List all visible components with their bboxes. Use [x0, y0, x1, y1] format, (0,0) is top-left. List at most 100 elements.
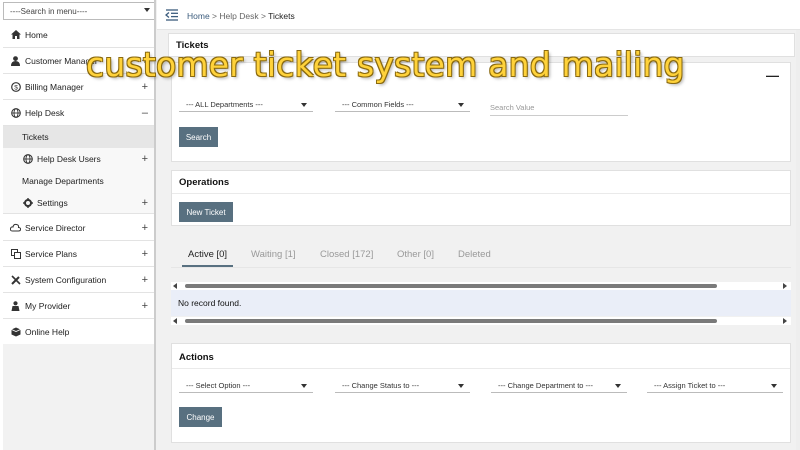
scroll-right-arrow-icon[interactable] — [783, 283, 787, 289]
sidebar-item-label: Service Plans — [25, 248, 77, 259]
tickets-list-area: Active [0] Waiting [1] Closed [172] Othe… — [171, 238, 791, 328]
globe-icon — [22, 154, 33, 165]
change-department-select[interactable]: --- Change Department to --- — [491, 377, 627, 393]
tab-active[interactable]: Active [0] — [188, 249, 227, 260]
tab-waiting[interactable]: Waiting [1] — [251, 249, 296, 260]
breadcrumb-current: Tickets — [268, 11, 295, 21]
overlay-caption: customer ticket system and mailing — [86, 45, 685, 84]
collapse-minus-icon[interactable]: — — [766, 68, 779, 83]
actions-title: Actions — [179, 352, 214, 363]
svg-text:$: $ — [14, 84, 18, 91]
field-select[interactable]: --- Common Fields --- — [335, 96, 470, 112]
sidebar-empty-area — [3, 344, 156, 450]
sidebar-item-service-plans[interactable]: Service Plans + — [3, 241, 156, 267]
home-icon — [10, 29, 21, 40]
sidebar-item-label: Billing Manager — [25, 81, 84, 92]
sidebar-item-label: Settings — [37, 197, 68, 208]
menu-search-select[interactable]: ----Search in menu---- — [3, 2, 156, 20]
sidebar-item-label: Manage Departments — [22, 176, 104, 186]
caret-down-icon — [615, 384, 621, 388]
divider — [172, 368, 790, 369]
sidebar-item-help-desk[interactable]: Help Desk – — [3, 100, 156, 126]
sidebar-item-label: My Provider — [25, 300, 71, 311]
search-value-input[interactable] — [490, 100, 628, 116]
change-status-select[interactable]: --- Change Status to --- — [335, 377, 470, 393]
search-button[interactable]: Search — [179, 127, 218, 147]
empty-table-message: No record found. — [171, 290, 791, 316]
sidebar-item-label: Help Desk Users — [37, 154, 101, 164]
tab-deleted[interactable]: Deleted — [458, 249, 491, 260]
new-ticket-button[interactable]: New Ticket — [179, 202, 233, 222]
breadcrumb-separator: > — [209, 11, 220, 21]
menu-search-label: ----Search in menu---- — [10, 7, 88, 16]
expand-plus-icon[interactable]: + — [142, 248, 148, 260]
gear-icon — [22, 197, 33, 208]
wrench-icon — [10, 274, 21, 285]
expand-plus-icon[interactable]: + — [142, 222, 148, 234]
caret-down-icon — [458, 384, 464, 388]
sidebar-item-my-provider[interactable]: My Provider + — [3, 293, 156, 319]
tabs-divider — [171, 267, 791, 268]
caret-down-icon — [771, 384, 777, 388]
scroll-left-arrow-icon[interactable] — [173, 283, 177, 289]
actions-panel: Actions --- Select Option --- --- Change… — [171, 343, 791, 443]
cloud-icon — [10, 222, 21, 233]
sidebar-item-label: Tickets — [22, 132, 49, 142]
sidebar-item-settings[interactable]: Settings + — [3, 192, 156, 214]
assign-ticket-value: --- Assign Ticket to --- — [654, 381, 726, 390]
divider — [172, 193, 790, 194]
select-option-value: --- Select Option --- — [186, 381, 251, 390]
caret-down-icon — [301, 103, 307, 107]
change-department-value: --- Change Department to --- — [498, 381, 594, 390]
caret-down-icon — [458, 103, 464, 107]
change-button[interactable]: Change — [179, 407, 222, 427]
provider-icon — [10, 300, 21, 311]
expand-plus-icon[interactable]: + — [142, 197, 148, 209]
scroll-left-arrow-icon[interactable] — [173, 318, 177, 324]
sidebar-item-system-configuration[interactable]: System Configuration + — [3, 267, 156, 293]
caret-down-icon — [301, 384, 307, 388]
sidebar-item-label: Online Help — [25, 326, 70, 337]
box-icon — [10, 326, 21, 337]
caret-down-icon — [144, 8, 150, 12]
breadcrumb-help-desk-link[interactable]: Help Desk — [219, 11, 258, 21]
table-scrollbar-top[interactable] — [171, 282, 791, 290]
tab-other[interactable]: Other [0] — [397, 249, 434, 260]
table-scrollbar-bottom[interactable] — [171, 317, 791, 325]
collapse-minus-icon[interactable]: – — [142, 107, 148, 119]
sidebar-item-label: Help Desk — [25, 107, 65, 118]
breadcrumb: Home > Help Desk > Tickets — [187, 11, 295, 21]
tab-closed[interactable]: Closed [172] — [320, 249, 373, 260]
department-select[interactable]: --- ALL Departments --- — [179, 96, 313, 112]
sidebar-item-manage-departments[interactable]: Manage Departments — [3, 170, 156, 192]
plans-icon — [10, 248, 21, 259]
top-bar: Home > Help Desk > Tickets — [157, 0, 800, 30]
operations-title: Operations — [179, 177, 230, 188]
select-option-select[interactable]: --- Select Option --- — [179, 377, 313, 393]
department-select-value: --- ALL Departments --- — [186, 100, 263, 109]
expand-plus-icon[interactable]: + — [142, 300, 148, 312]
field-select-value: --- Common Fields --- — [342, 100, 414, 109]
user-icon — [10, 55, 21, 66]
breadcrumb-home-link[interactable]: Home — [187, 11, 210, 21]
sidebar-item-label: Service Director — [25, 222, 86, 233]
sidebar-item-label: Home — [25, 29, 48, 40]
sidebar-item-tickets[interactable]: Tickets — [3, 126, 156, 148]
change-status-value: --- Change Status to --- — [342, 381, 420, 390]
sidebar-item-online-help[interactable]: Online Help — [3, 319, 156, 345]
menu-toggle-icon[interactable] — [164, 9, 179, 21]
sidebar-item-service-director[interactable]: Service Director + — [3, 215, 156, 241]
globe-icon — [10, 107, 21, 118]
scroll-right-arrow-icon[interactable] — [783, 318, 787, 324]
expand-plus-icon[interactable]: + — [142, 274, 148, 286]
scroll-thumb[interactable] — [185, 284, 717, 288]
page-scrollbar[interactable] — [796, 30, 800, 450]
scroll-thumb[interactable] — [185, 319, 717, 323]
sidebar-item-help-desk-users[interactable]: Help Desk Users + — [3, 148, 156, 170]
operations-panel: Operations New Ticket — [171, 170, 791, 226]
expand-plus-icon[interactable]: + — [142, 153, 148, 165]
sidebar-item-label: System Configuration — [25, 274, 107, 285]
breadcrumb-separator: > — [258, 11, 269, 21]
assign-ticket-select[interactable]: --- Assign Ticket to --- — [647, 377, 783, 393]
dollar-icon: $ — [10, 81, 21, 92]
